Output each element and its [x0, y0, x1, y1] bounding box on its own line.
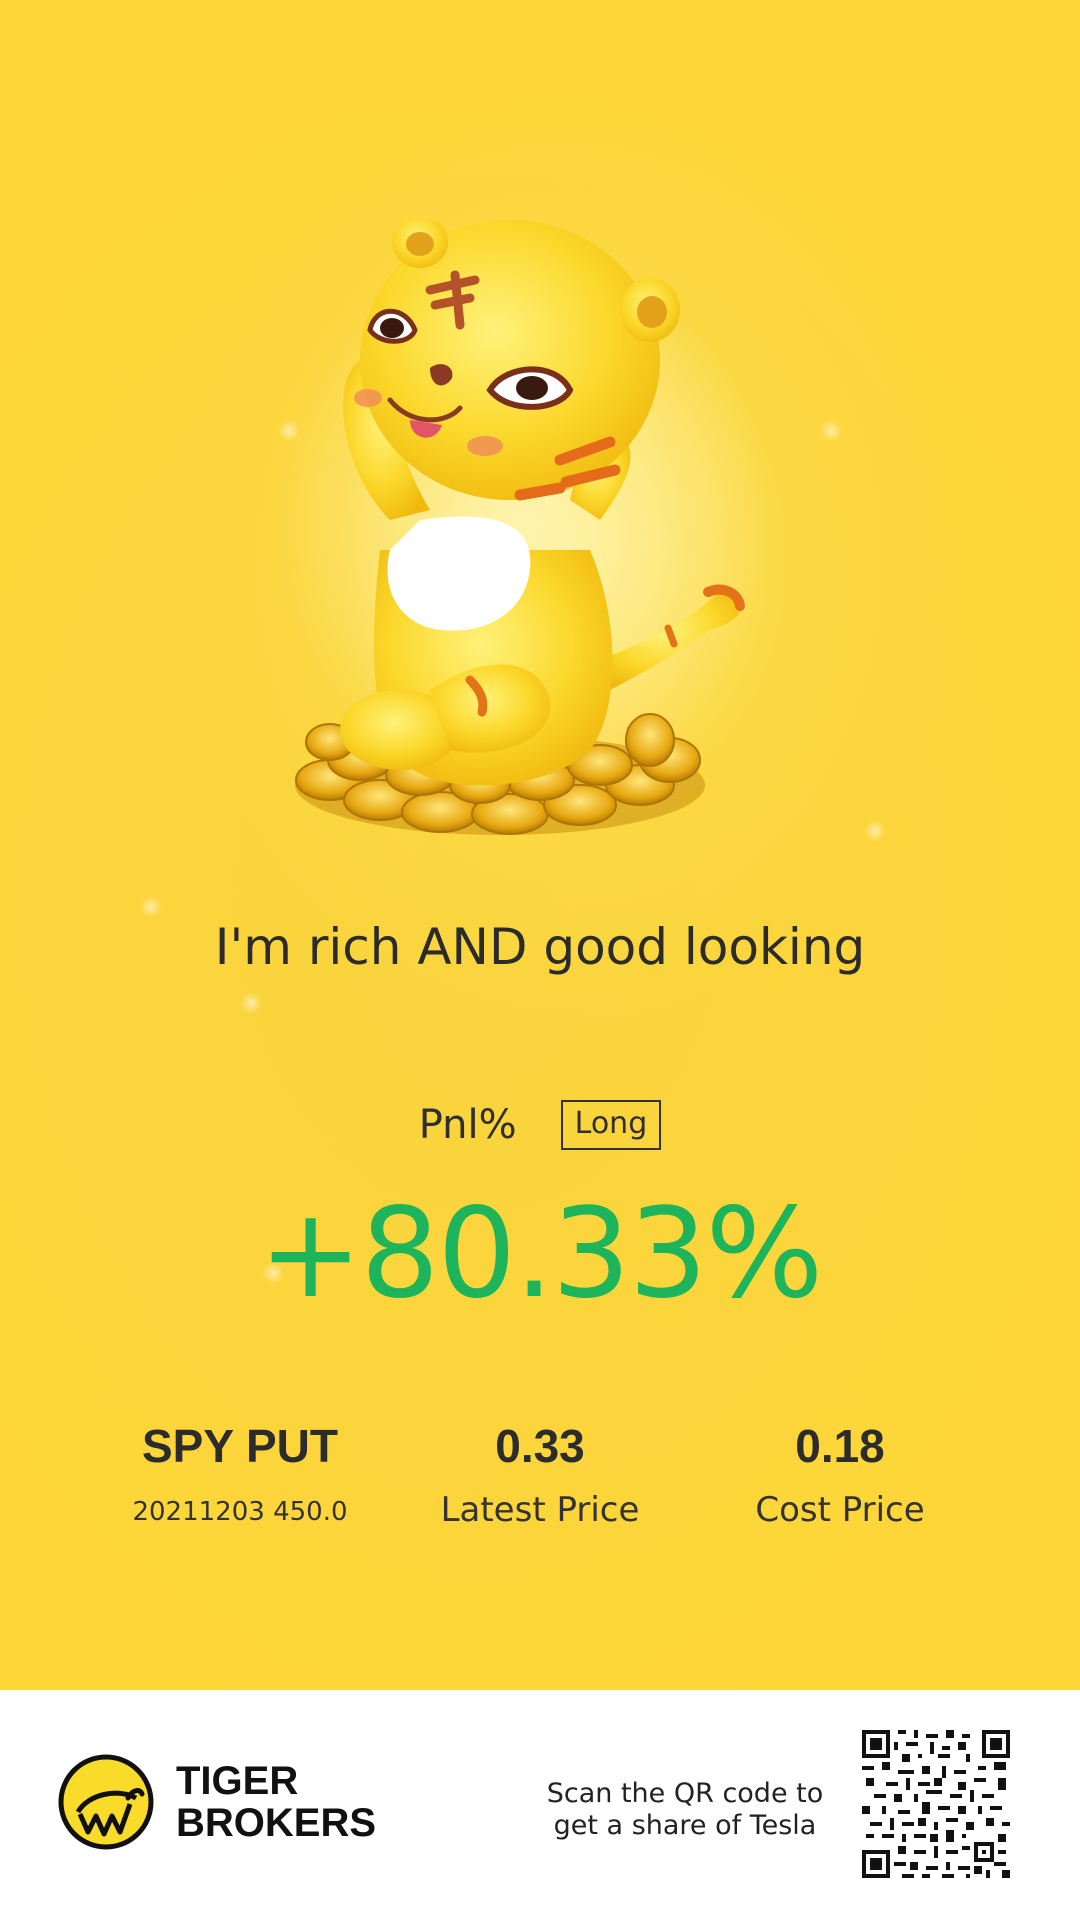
- position-stats: SPY PUT 20211203 450.0 0.33 Latest Price…: [0, 1418, 1080, 1548]
- cost-price-label: Cost Price: [755, 1490, 925, 1530]
- stat-latest-price: 0.33 Latest Price: [400, 1418, 680, 1532]
- brand-line-2: BROKERS: [176, 1801, 377, 1845]
- pnl-label: Pnl%: [418, 1102, 517, 1148]
- position-type-badge: Long: [560, 1100, 662, 1150]
- stat-instrument: SPY PUT 20211203 450.0: [100, 1418, 380, 1534]
- latest-price-value: 0.33: [495, 1420, 585, 1472]
- pnl-header: Pnl% Long: [0, 1100, 1080, 1150]
- share-footer: TIGER BROKERS Scan the QR code to get a …: [0, 1690, 1080, 1920]
- brand-line-1: TIGER: [176, 1759, 299, 1803]
- instrument-name: SPY PUT: [142, 1420, 338, 1472]
- sparkle-decoration: [140, 896, 162, 918]
- sparkle-decoration: [864, 820, 886, 842]
- sparkle-decoration: [240, 992, 262, 1014]
- stat-cost-price: 0.18 Cost Price: [700, 1418, 980, 1532]
- brand-name: TIGER BROKERS: [176, 1760, 376, 1844]
- tiger-brokers-logo-icon: [58, 1754, 154, 1850]
- scan-instructions: Scan the QR code to get a share of Tesla: [520, 1778, 850, 1842]
- tiger-mascot-illustration: [270, 220, 770, 835]
- scan-line-1: Scan the QR code to: [546, 1778, 824, 1809]
- cost-price-value: 0.18: [795, 1420, 885, 1472]
- pnl-percentage: +80.33%: [258, 1182, 824, 1326]
- scan-line-2: get a share of Tesla: [553, 1810, 817, 1841]
- qr-code[interactable]: [862, 1730, 1010, 1878]
- sparkle-decoration: [820, 420, 842, 442]
- share-card: I'm rich AND good looking Pnl% Long +80.…: [0, 0, 1080, 1690]
- slogan-text: I'm rich AND good looking: [214, 918, 866, 976]
- instrument-detail: 20211203 450.0: [132, 1497, 348, 1527]
- latest-price-label: Latest Price: [440, 1490, 640, 1530]
